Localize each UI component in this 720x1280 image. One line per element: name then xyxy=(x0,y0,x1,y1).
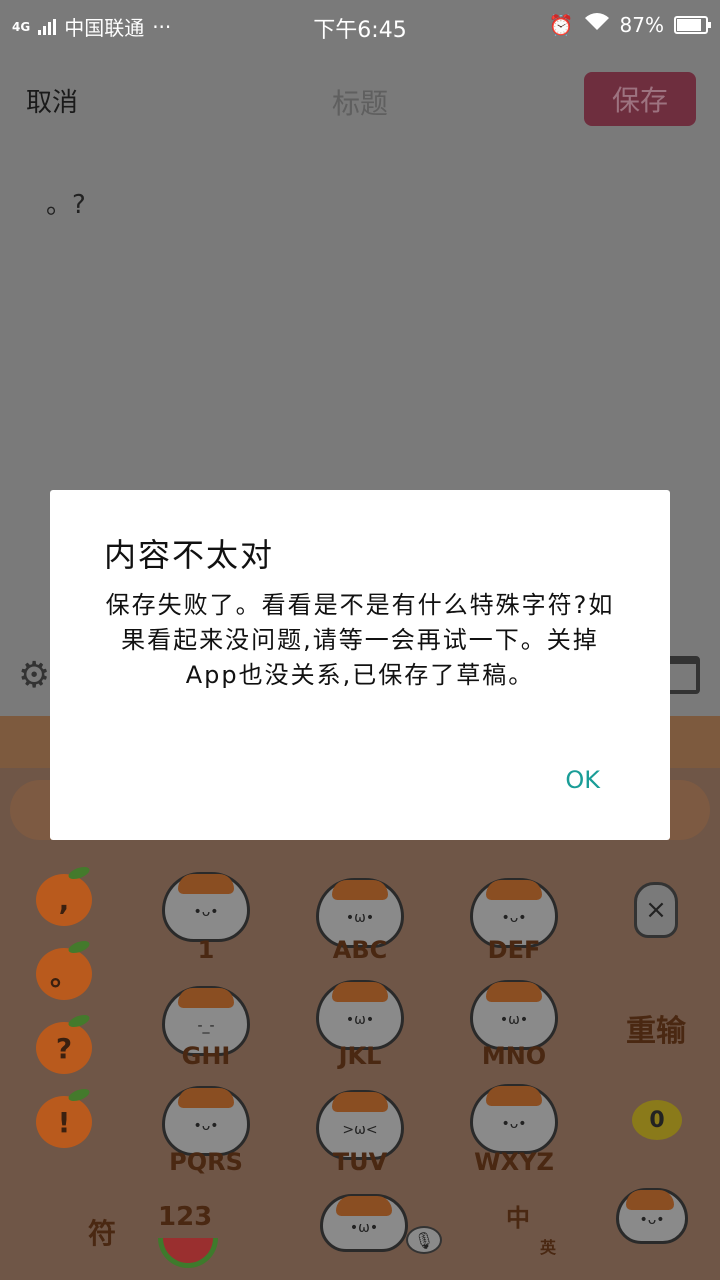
alarm-icon: ⏰ xyxy=(548,12,574,37)
battery-icon xyxy=(674,15,711,34)
key-abc[interactable]: ABC xyxy=(300,936,420,964)
key-def[interactable]: DEF xyxy=(454,936,574,964)
editor-content[interactable]: 。? xyxy=(46,184,86,221)
symbol-key[interactable]: 符 xyxy=(88,1212,116,1252)
key-pqrs[interactable]: PQRS xyxy=(146,1148,266,1176)
period-key[interactable]: 。 xyxy=(36,948,92,1000)
enter-key[interactable]: •ᴗ• xyxy=(612,1188,692,1258)
number-key[interactable]: 123 xyxy=(158,1202,212,1232)
battery-percent: 87% xyxy=(619,12,664,37)
keyboard: , 。 ? ! •ᴗ• 1 •ω• ABC •ᴗ• DEF -_- GHI •ω… xyxy=(0,768,720,1280)
language-key[interactable]: 中 xyxy=(506,1198,530,1233)
key-ghi[interactable]: GHI xyxy=(146,1042,266,1070)
space-key[interactable]: •ω• xyxy=(316,1194,412,1264)
question-key[interactable]: ? xyxy=(36,1022,92,1074)
key-1[interactable]: 1 xyxy=(146,936,266,964)
dialog-title: 内容不太对 xyxy=(104,536,275,574)
ok-button[interactable]: OK xyxy=(565,766,600,794)
exclamation-key[interactable]: ! xyxy=(36,1096,92,1148)
zero-key[interactable]: 0 xyxy=(632,1100,682,1140)
status-bar: 4G 中国联通 ··· 下午6:45 ⏰ 87% xyxy=(0,0,720,50)
wifi-icon xyxy=(584,12,610,37)
dialog-message: 保存失败了。看看是不是有什么特殊字符?如果看起来没问题,请等一会再试一下。关掉A… xyxy=(105,591,615,689)
save-button[interactable]: 保存 xyxy=(584,72,696,126)
watermelon-icon xyxy=(158,1238,218,1268)
language-sub-label: 英 xyxy=(540,1238,557,1257)
mic-icon[interactable]: 🎙 xyxy=(406,1226,442,1254)
key-jkl[interactable]: JKL xyxy=(300,1042,420,1070)
status-right: ⏰ 87% xyxy=(548,12,711,37)
retype-key[interactable]: 重输 xyxy=(616,1006,696,1050)
comma-key[interactable]: , xyxy=(36,874,92,926)
key-mno[interactable]: MNO xyxy=(454,1042,574,1070)
editor-header: 取消 标题 保存 xyxy=(0,60,720,136)
key-tuv[interactable]: TUV xyxy=(300,1148,420,1176)
key-wxyz[interactable]: WXYZ xyxy=(454,1148,574,1176)
delete-icon[interactable]: × xyxy=(634,882,678,938)
error-dialog: 内容不太对 保存失败了。看看是不是有什么特殊字符?如果看起来没问题,请等一会再试… xyxy=(50,490,670,840)
